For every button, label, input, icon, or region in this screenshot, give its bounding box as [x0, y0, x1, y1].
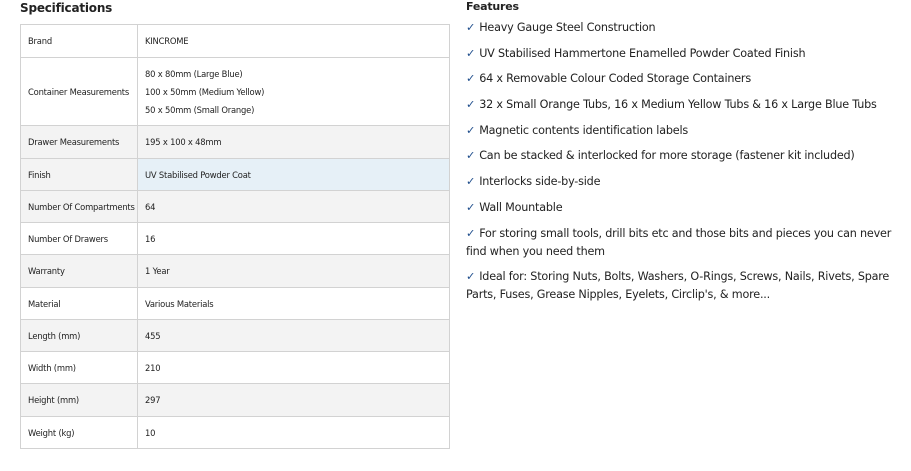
- spec-value: 80 x 80mm (Large Blue) 100 x 50mm (Mediu…: [137, 57, 450, 126]
- feature-item: ✓ Wall Mountable: [466, 199, 911, 217]
- feature-item: ✓ Heavy Gauge Steel Construction: [466, 19, 911, 37]
- spec-value: 16: [137, 222, 450, 255]
- feature-text: For storing small tools, drill bits etc …: [466, 226, 892, 258]
- table-row: Number Of Compartments 64: [20, 190, 450, 223]
- feature-text: Can be stacked & interlocked for more st…: [479, 149, 855, 163]
- checkmark-icon: ✓: [466, 123, 476, 137]
- spec-value: Various Materials: [137, 287, 450, 320]
- spec-value: 64: [137, 190, 450, 223]
- spec-label: Width (mm): [20, 351, 138, 384]
- spec-value: 195 x 100 x 48mm: [137, 125, 450, 159]
- feature-text: 32 x Small Orange Tubs, 16 x Medium Yell…: [479, 98, 877, 112]
- specifications-section: Specifications Brand KINCROME Container …: [20, 0, 450, 449]
- specifications-table: Brand KINCROME Container Measurements 80…: [20, 24, 450, 449]
- table-row: Drawer Measurements 195 x 100 x 48mm: [20, 125, 450, 159]
- table-row: Brand KINCROME: [20, 24, 450, 58]
- checkmark-icon: ✓: [466, 175, 476, 189]
- table-row: Weight (kg) 10: [20, 416, 450, 449]
- spec-label: Height (mm): [20, 383, 138, 417]
- table-row: Warranty 1 Year: [20, 254, 450, 288]
- spec-label: Weight (kg): [20, 416, 138, 449]
- spec-label: Length (mm): [20, 319, 138, 352]
- spec-value: 455: [137, 319, 450, 352]
- table-row: Finish UV Stabilised Powder Coat: [20, 158, 450, 191]
- table-row: Width (mm) 210: [20, 351, 450, 384]
- spec-label: Drawer Measurements: [20, 125, 138, 159]
- spec-label: Material: [20, 287, 138, 320]
- spec-label: Warranty: [20, 254, 138, 288]
- feature-item: ✓ Can be stacked & interlocked for more s…: [466, 147, 911, 165]
- feature-text: Wall Mountable: [479, 200, 563, 214]
- feature-text: Heavy Gauge Steel Construction: [479, 21, 656, 34]
- specifications-title: Specifications: [20, 1, 113, 15]
- table-row: Height (mm) 297: [20, 383, 450, 417]
- spec-value-line: 100 x 50mm (Medium Yellow): [145, 86, 265, 97]
- spec-value: KINCROME: [137, 24, 450, 58]
- feature-text: Magnetic contents identification labels: [479, 123, 688, 137]
- spec-value-line: 50 x 50mm (Small Orange): [145, 104, 255, 115]
- features-title: Features: [466, 0, 519, 13]
- checkmark-icon: ✓: [466, 226, 476, 240]
- spec-label: Brand: [20, 24, 138, 58]
- checkmark-icon: ✓: [466, 98, 476, 112]
- feature-item: ✓ For storing small tools, drill bits etc…: [466, 225, 911, 261]
- feature-item: ✓ 32 x Small Orange Tubs, 16 x Medium Yel…: [466, 96, 911, 114]
- product-details: Specifications Brand KINCROME Container …: [0, 0, 911, 471]
- spec-value: 210: [137, 351, 450, 384]
- spec-label: Container Measurements: [20, 57, 138, 126]
- feature-item: ✓ 64 x Removable Colour Coded Storage Con…: [466, 70, 911, 88]
- feature-text: UV Stabilised Hammertone Enamelled Powde…: [479, 46, 806, 60]
- checkmark-icon: ✓: [466, 270, 476, 284]
- checkmark-icon: ✓: [466, 200, 476, 214]
- table-row: Material Various Materials: [20, 287, 450, 320]
- spec-label: Finish: [20, 158, 138, 191]
- feature-text: 64 x Removable Colour Coded Storage Cont…: [479, 72, 751, 86]
- table-row: Number Of Drawers 16: [20, 222, 450, 255]
- checkmark-icon: ✓: [466, 72, 476, 86]
- feature-text: Interlocks side-by-side: [479, 175, 601, 189]
- feature-item: ✓ Ideal for: Storing Nuts, Bolts, Washers…: [466, 268, 911, 304]
- spec-value: 10: [137, 416, 450, 449]
- feature-item: ✓ Interlocks side-by-side: [466, 173, 911, 191]
- checkmark-icon: ✓: [466, 21, 476, 34]
- table-row: Container Measurements 80 x 80mm (Large …: [20, 57, 450, 126]
- feature-item: ✓ Magnetic contents identification labels: [466, 122, 911, 140]
- spec-value: 1 Year: [137, 254, 450, 288]
- checkmark-icon: ✓: [466, 149, 476, 163]
- feature-item: ✓ UV Stabilised Hammertone Enamelled Powd…: [466, 45, 911, 63]
- features-list: ✓ Heavy Gauge Steel Construction ✓ UV Stab…: [466, 19, 911, 304]
- spec-value: 297: [137, 383, 450, 417]
- feature-text: Ideal for: Storing Nuts, Bolts, Washers,…: [466, 270, 890, 302]
- table-row: Length (mm) 455: [20, 319, 450, 352]
- checkmark-icon: ✓: [466, 46, 476, 60]
- spec-label: Number Of Compartments: [20, 190, 138, 223]
- spec-value-line: 80 x 80mm (Large Blue): [145, 68, 243, 79]
- features-section: Features ✓ Heavy Gauge Steel Construction…: [466, 0, 911, 312]
- spec-label: Number Of Drawers: [20, 222, 138, 255]
- spec-value: UV Stabilised Powder Coat: [137, 158, 450, 191]
